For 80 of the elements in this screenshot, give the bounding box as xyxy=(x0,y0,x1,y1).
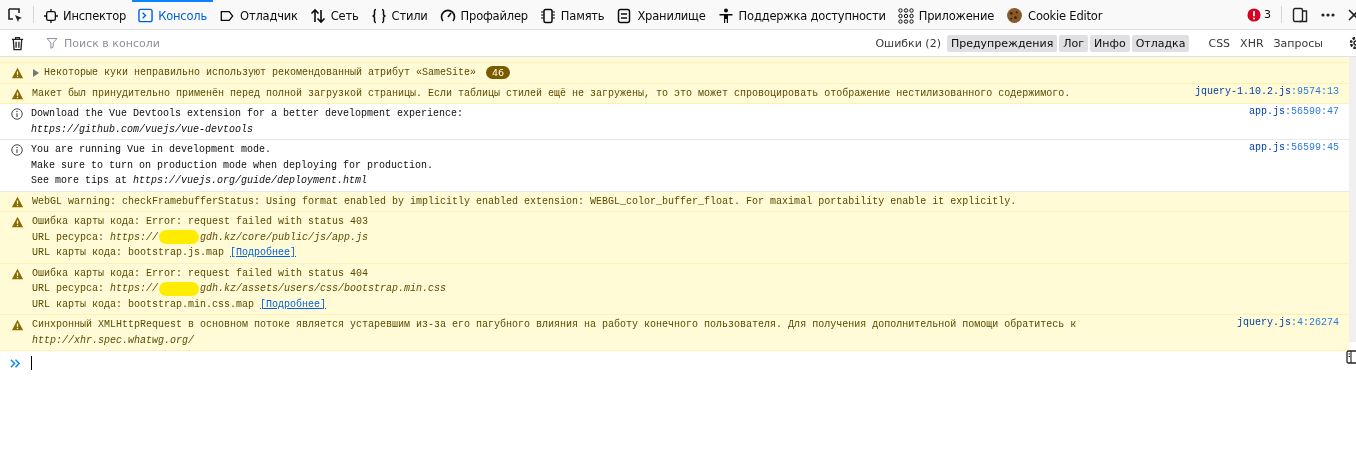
up-down-arrows-icon xyxy=(309,7,326,24)
learn-more-link[interactable]: [Подробнее] xyxy=(230,247,297,259)
source-link[interactable]: jquery-1.10.2.js:9574:13 xyxy=(1194,85,1339,97)
url-text: gdh.kz/core/public/js/app.js xyxy=(200,231,369,243)
level-filter-button[interactable]: Ошибки (2) xyxy=(871,34,945,52)
message-text: Некоторые куки неправильно используют рекомендованный атрибут «SameSite» xyxy=(44,67,477,79)
source-link[interactable]: jquery.js:4:26274 xyxy=(1236,317,1339,328)
info-icon xyxy=(11,144,23,156)
devtools-tab[interactable]: Сеть xyxy=(303,0,365,29)
trash-icon[interactable] xyxy=(10,34,25,52)
gauge-icon xyxy=(439,7,456,24)
chip-icon xyxy=(539,7,556,24)
devtools-tab[interactable]: Поддержка доступности xyxy=(711,0,892,29)
error-icon xyxy=(1247,7,1261,22)
url-text: gdh.kz/assets/users/css/bootstrap.min.css xyxy=(200,283,447,295)
message-text: Ошибка карты кода: Error: request failed with status 404 xyxy=(32,267,369,279)
type-filter-button[interactable]: Запросы xyxy=(1269,34,1327,52)
devtools-tab[interactable]: Cookie Editor xyxy=(1000,0,1109,29)
level-filter-button[interactable]: Лог xyxy=(1059,34,1089,52)
message-text: You are running Vue in development mode. xyxy=(31,144,272,156)
error-count[interactable]: 3 xyxy=(1264,8,1271,21)
warning-icon xyxy=(11,319,24,331)
info-icon xyxy=(11,108,23,120)
devtools-tab[interactable]: Стили xyxy=(364,0,434,29)
scrollbar[interactable] xyxy=(1349,57,1356,342)
repeat-count-badge: 46 xyxy=(486,66,511,80)
url-text: https:// xyxy=(110,231,159,243)
expand-arrow-icon[interactable] xyxy=(33,68,39,77)
warning-icon xyxy=(11,67,24,79)
type-filter-button[interactable]: CSS xyxy=(1204,34,1235,52)
filter-icon xyxy=(46,37,58,49)
redaction-mark xyxy=(159,281,200,296)
dot-grid-icon xyxy=(897,7,914,24)
message-text: Макет был принудительно применён перед полной загрузкой страницы. Если таблицы стилей ещё не загружены, то это может спровоцировать отображение нестилизованного содержимого. xyxy=(32,87,1071,99)
source-link[interactable]: app.js:56599:45 xyxy=(1248,142,1339,153)
url-text: http://xhr.spec.whatwg.org/ xyxy=(32,334,195,346)
message-text: URL карты кода: bootstrap.js.map xyxy=(32,247,226,259)
url-text: https:// xyxy=(110,283,159,295)
braces-icon xyxy=(370,7,387,24)
frame-icon xyxy=(44,8,58,23)
close-icon[interactable] xyxy=(1348,6,1356,23)
console-icon xyxy=(138,8,154,23)
storage-icon xyxy=(616,7,633,24)
sidebar-toggle-icon[interactable] xyxy=(1346,350,1356,364)
tag-icon xyxy=(219,8,236,23)
devtools-tab[interactable]: Отладчик xyxy=(213,0,304,29)
level-filter-button[interactable]: Предупреждения xyxy=(946,34,1058,52)
url-text: https://vuejs.org/guide/deployment.html xyxy=(133,175,368,187)
element-picker-icon[interactable] xyxy=(7,6,23,23)
warning-icon xyxy=(11,267,24,280)
url-text: https://github.com/vuejs/vue-devtools xyxy=(31,123,254,135)
devtools-tab[interactable]: Память xyxy=(533,0,611,29)
type-filter-button[interactable]: XHR xyxy=(1236,34,1268,52)
console-filter-field[interactable]: Поиск в консоли xyxy=(62,35,858,51)
cookie-icon xyxy=(1006,7,1024,24)
settings-icon[interactable] xyxy=(1347,35,1356,51)
message-text: See more tips at xyxy=(31,175,128,187)
message-text: Download the Vue Devtools extension for a better development experience: xyxy=(31,108,464,120)
warning-icon xyxy=(11,87,24,100)
message-text: Ошибка карты кода: Error: request failed with status 403 xyxy=(32,216,369,228)
devtools-tab[interactable]: Хранилище xyxy=(610,0,712,29)
message-text: URL карты кода: bootstrap.min.css.map xyxy=(32,298,256,310)
message-text: Make sure to turn on production mode when deploying for production. xyxy=(31,159,434,171)
message-text: WebGL warning: checkFramebufferStatus: Using format enabled by implicitly enabled extension: WEBGL_color_buffer_float. For maximal portability enable it explicitly. xyxy=(32,195,1017,207)
level-filter-button[interactable]: Инфо xyxy=(1090,34,1130,52)
person-icon xyxy=(717,7,734,24)
source-link[interactable]: app.js:56590:47 xyxy=(1248,106,1339,117)
learn-more-link[interactable]: [Подробнее] xyxy=(260,298,327,310)
warning-icon xyxy=(11,216,24,228)
devtools-tab[interactable]: Профайлер xyxy=(433,0,534,29)
message-text: URL ресурса: xyxy=(32,231,105,243)
redaction-mark xyxy=(159,230,200,245)
dock-icon[interactable] xyxy=(1292,6,1308,23)
prompt-chevron-icon xyxy=(10,357,21,369)
devtools-tab[interactable]: Инспектор xyxy=(38,0,133,29)
message-text: URL ресурса: xyxy=(32,283,105,295)
level-filter-button[interactable]: Отладка xyxy=(1131,34,1190,52)
message-text: Синхронный XMLHttpRequest в основном потоке является устаревшим из-за его пагубного влияния на работу конечного пользователя. Для получения дополнительной помощи обратитесь к xyxy=(32,319,1077,331)
warning-icon xyxy=(11,195,24,208)
devtools-tab[interactable]: Приложение xyxy=(891,0,1001,29)
